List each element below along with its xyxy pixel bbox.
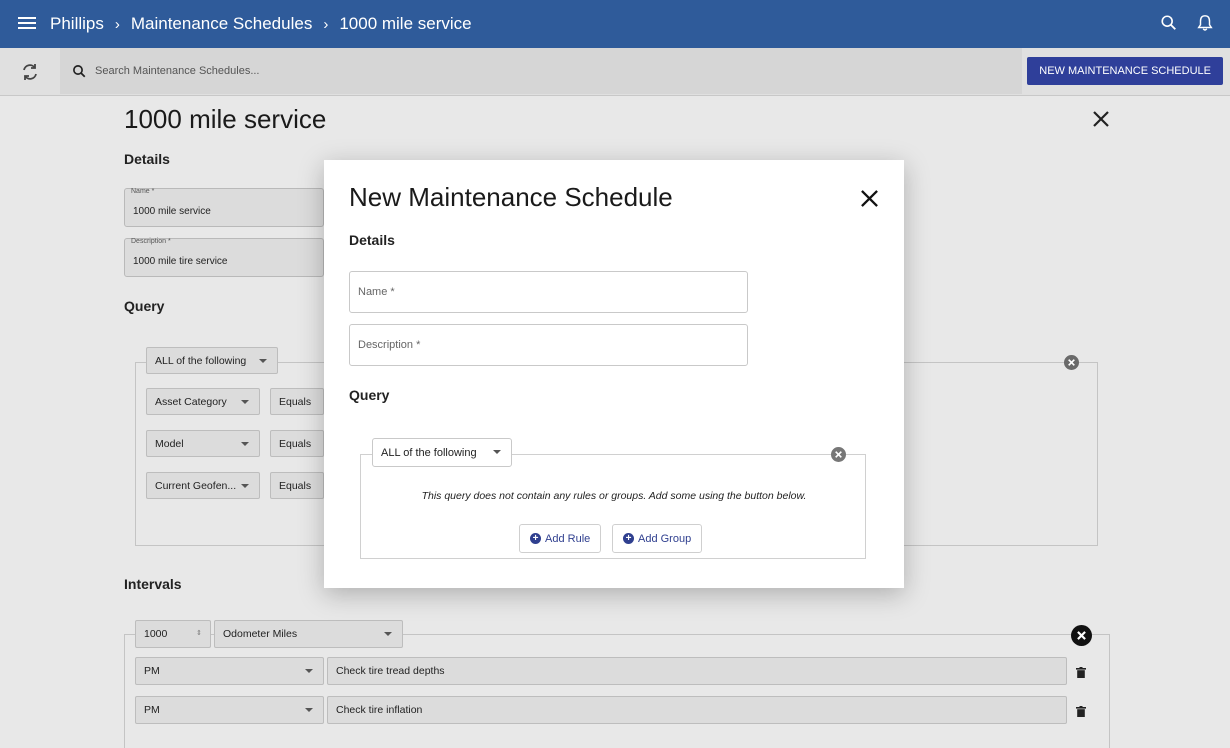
empty-query-message: This query does not contain any rules or… xyxy=(421,490,807,502)
chevron-right-icon: › xyxy=(323,15,329,33)
chevron-right-icon: › xyxy=(114,15,120,33)
name-input[interactable] xyxy=(349,271,748,313)
search-bar xyxy=(60,48,1022,94)
breadcrumb-maintenance-schedules[interactable]: Maintenance Schedules xyxy=(131,14,312,34)
dialog-query-heading: Query xyxy=(349,387,390,403)
dialog-details-heading: Details xyxy=(349,232,395,248)
breadcrumb-current: 1000 mile service xyxy=(339,14,472,33)
add-rule-label: Add Rule xyxy=(545,532,591,545)
caret-down-icon xyxy=(493,450,501,454)
toolbar: NEW MAINTENANCE SCHEDULE xyxy=(0,48,1230,96)
plus-circle-icon: + xyxy=(530,533,541,544)
add-group-label: Add Group xyxy=(638,532,692,545)
close-icon[interactable] xyxy=(860,189,879,208)
description-input[interactable] xyxy=(349,324,748,366)
breadcrumb: Phillips › Maintenance Schedules › 1000 … xyxy=(50,0,472,48)
bell-icon[interactable] xyxy=(1196,14,1214,32)
hamburger-menu-icon[interactable] xyxy=(18,14,36,34)
dialog-combinator-value: ALL of the following xyxy=(381,446,477,459)
new-maintenance-schedule-button[interactable]: NEW MAINTENANCE SCHEDULE xyxy=(1027,57,1223,85)
dialog-title: New Maintenance Schedule xyxy=(349,182,673,212)
plus-circle-icon: + xyxy=(623,533,634,544)
dialog-combinator-select[interactable]: ALL of the following xyxy=(372,438,512,467)
breadcrumb-phillips[interactable]: Phillips xyxy=(50,14,104,34)
refresh-icon[interactable] xyxy=(20,62,40,82)
search-icon[interactable] xyxy=(1160,14,1178,32)
app-bar: Phillips › Maintenance Schedules › 1000 … xyxy=(0,0,1230,48)
remove-group-icon[interactable] xyxy=(831,447,846,462)
add-rule-button[interactable]: + Add Rule xyxy=(519,524,602,553)
dialog-query-builder: This query does not contain any rules or… xyxy=(360,454,866,559)
search-icon xyxy=(73,64,86,77)
add-group-button[interactable]: + Add Group xyxy=(612,524,703,553)
new-maintenance-schedule-dialog: New Maintenance Schedule Details Query T… xyxy=(324,160,904,588)
search-input[interactable] xyxy=(95,65,995,77)
